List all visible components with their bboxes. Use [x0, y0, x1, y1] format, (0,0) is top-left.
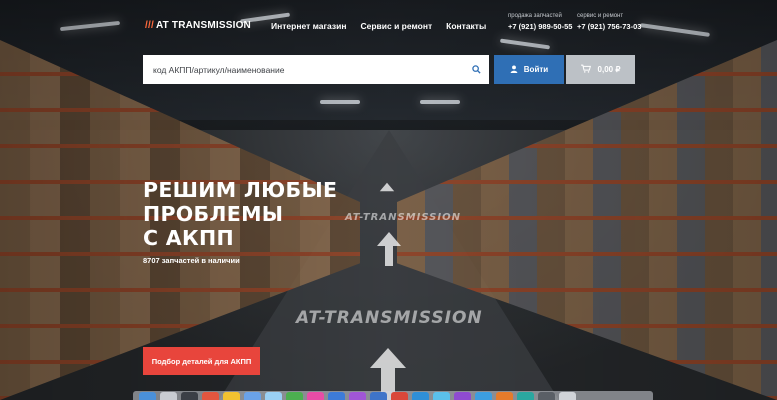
app-icon[interactable]: [349, 392, 366, 400]
stock-count-text: 8707 запчастей в наличии: [143, 256, 240, 265]
floor-arrow-stem: [385, 246, 393, 266]
phone-caption: продажа запчастей: [508, 13, 562, 19]
app-icon[interactable]: [307, 392, 324, 400]
hero-title-line: С АКПП: [143, 226, 234, 250]
app-icon[interactable]: [433, 392, 450, 400]
cart-total: 0,00 ₽: [597, 65, 621, 74]
app-icon[interactable]: [454, 392, 471, 400]
login-button[interactable]: Войти: [494, 55, 564, 84]
site-logo[interactable]: ///AT TRANSMISSION: [145, 20, 251, 31]
search-input[interactable]: [143, 55, 463, 84]
floor-arrow-icon: [370, 348, 406, 368]
main-nav: Интернет магазин Сервис и ремонт Контакт…: [271, 21, 486, 31]
floor-arrow-icon: [379, 182, 395, 192]
nav-item-service[interactable]: Сервис и ремонт: [360, 21, 432, 31]
parts-selection-button[interactable]: Подбор деталей для АКПП: [143, 347, 260, 375]
app-icon[interactable]: [181, 392, 198, 400]
login-label: Войти: [523, 65, 549, 74]
phone-sales: продажа запчастей +7 (921) 989-50-55: [508, 13, 572, 31]
hero-title: РЕШИМ ЛЮБЫЕ ПРОБЛЕМЫ С АКПП: [143, 178, 337, 250]
cart-icon: [580, 64, 591, 75]
app-icon[interactable]: [538, 392, 555, 400]
logo-slashes: ///: [145, 20, 154, 31]
user-icon: [510, 64, 518, 75]
app-icon[interactable]: [223, 392, 240, 400]
nav-item-contacts[interactable]: Контакты: [446, 21, 486, 31]
phone-service: сервис и ремонт +7 (921) 756-73-03: [577, 13, 641, 31]
floor-logo-text: AT-TRANSMISSION: [296, 308, 483, 328]
app-icon[interactable]: [202, 392, 219, 400]
floor-logo-text: AT-TRANSMISSION: [345, 212, 461, 223]
floor-arrow-icon: [377, 232, 401, 246]
trash-icon[interactable]: [559, 392, 576, 400]
app-icon[interactable]: [286, 392, 303, 400]
app-icon[interactable]: [244, 392, 261, 400]
launchpad-icon[interactable]: [160, 392, 177, 400]
os-dock: [133, 391, 653, 400]
app-icon[interactable]: [391, 392, 408, 400]
search-icon[interactable]: [463, 55, 489, 84]
app-icon[interactable]: [517, 392, 534, 400]
cart-button[interactable]: 0,00 ₽: [566, 55, 635, 84]
logo-text: AT TRANSMISSION: [155, 20, 251, 31]
app-icon[interactable]: [328, 392, 345, 400]
phone-number[interactable]: +7 (921) 989-50-55: [508, 22, 572, 31]
site-header: ///AT TRANSMISSION Интернет магазин Серв…: [0, 0, 777, 50]
app-icon[interactable]: [265, 392, 282, 400]
phone-caption: сервис и ремонт: [577, 13, 624, 19]
app-icon[interactable]: [496, 392, 513, 400]
phone-number[interactable]: +7 (921) 756-73-03: [577, 22, 641, 31]
nav-item-shop[interactable]: Интернет магазин: [271, 21, 346, 31]
finder-icon[interactable]: [139, 392, 156, 400]
search-bar: [143, 55, 489, 84]
app-icon[interactable]: [370, 392, 387, 400]
hero-title-line: ПРОБЛЕМЫ: [143, 202, 284, 226]
app-icon[interactable]: [412, 392, 429, 400]
app-icon[interactable]: [475, 392, 492, 400]
hero-title-line: РЕШИМ ЛЮБЫЕ: [143, 178, 338, 202]
